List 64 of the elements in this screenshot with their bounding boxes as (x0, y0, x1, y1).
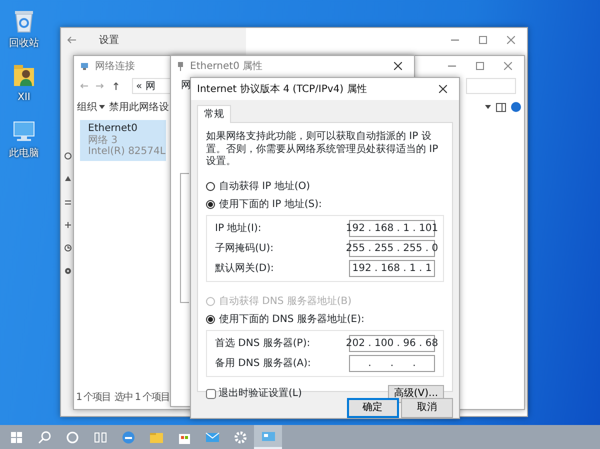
radio-dot[interactable] (206, 200, 215, 208)
checkbox[interactable] (206, 388, 216, 398)
close-icon (394, 62, 402, 70)
window-title: Ethernet0 属性 (190, 60, 263, 74)
adapter-name: Ethernet0 (88, 123, 138, 134)
user-folder-icon[interactable] (11, 62, 37, 88)
desktop-icon-label[interactable]: XII (18, 90, 30, 105)
radio-button[interactable]: 使用下面的 IP 地址(S): (206, 196, 444, 212)
tab[interactable]: 常规 (197, 105, 231, 123)
search-icon (36, 430, 52, 444)
component-list[interactable] (180, 173, 189, 303)
field-label: 子网掩码(U): (215, 242, 274, 256)
plus-icon[interactable] (64, 221, 72, 229)
command-button[interactable]: 禁用此网络设 (109, 100, 171, 114)
clock-icon[interactable] (64, 244, 72, 252)
field-label: 备用 DNS 服务器(A): (215, 356, 311, 370)
description-text: 如果网络支持此功能，则可以获取自动指派的 IP 设置。否则，你需要从网络系统管理员处获得适当的 IP 设置。 (206, 131, 440, 168)
ip-address-field[interactable]: . . . (349, 354, 435, 372)
up-arrow-icon[interactable] (112, 82, 120, 90)
task-view-icon (92, 430, 108, 444)
ip-address-field[interactable]: 192 . 168 . 1 . 101 (349, 220, 435, 236)
caret-icon[interactable] (485, 105, 491, 109)
radio-dot[interactable] (206, 182, 215, 190)
back-arrow-icon[interactable] (67, 36, 77, 44)
desktop-icon-label[interactable]: 此电脑 (9, 146, 39, 161)
dialog-title: Internet 协议版本 4 (TCP/IPv4) 属性 (197, 82, 367, 96)
ip-address-field[interactable]: 202 . 100 . 96 . 68 (349, 334, 435, 352)
adapter-network: 网络 3 (88, 134, 119, 146)
windows-logo-icon (8, 430, 24, 444)
window-title: 设置 (99, 34, 119, 48)
maximize-icon (476, 62, 484, 70)
maximize-icon (479, 36, 487, 44)
pane-icon[interactable] (496, 102, 506, 112)
radio-button[interactable]: 自动获得 IP 地址(O) (206, 178, 444, 194)
search-field[interactable] (466, 78, 516, 94)
status-text: 选中 1 个项目 (114, 390, 170, 405)
checkbox-label: 退出时验证设置(L) (218, 386, 302, 401)
back-icon[interactable] (80, 82, 88, 90)
tab[interactable]: 网 (181, 80, 191, 91)
ip-address-field[interactable]: 192 . 168 . 1 . 1 (349, 260, 435, 276)
radio-dot[interactable] (206, 314, 215, 324)
ok-button[interactable]: 确定 (346, 398, 398, 418)
organize-menu[interactable]: 组织 (77, 100, 105, 114)
field-label: 首选 DNS 服务器(P): (215, 336, 310, 350)
list-icon[interactable] (64, 198, 72, 206)
window-title: 网络连接 (95, 60, 135, 74)
window-taskbar-button[interactable] (254, 425, 282, 449)
adapter-item[interactable]: Ethernet0 网络 3 Intel(R) 82574L (80, 120, 166, 160)
field-label: IP 地址(I): (215, 222, 262, 236)
field-label: 默认网关(D): (215, 262, 274, 276)
close-icon (439, 85, 447, 93)
caret-icon[interactable] (99, 105, 105, 109)
forward-icon[interactable] (96, 82, 104, 90)
radio-button[interactable]: 使用下面的 DNS 服务器地址(E): (206, 312, 444, 326)
close-icon (504, 62, 512, 70)
mail-icon (204, 430, 220, 444)
cancel-button[interactable]: 取消 (401, 398, 453, 418)
close-icon (507, 36, 515, 44)
adapter-device: Intel(R) 82574L (88, 146, 166, 158)
status-text: 1 个项目 (76, 391, 111, 405)
ip-address-field[interactable]: 255 . 255 . 255 . 0 (349, 240, 435, 256)
circle-icon (64, 430, 80, 444)
network-icon (80, 62, 89, 70)
desktop-icon-label[interactable]: 回收站 (9, 36, 39, 51)
